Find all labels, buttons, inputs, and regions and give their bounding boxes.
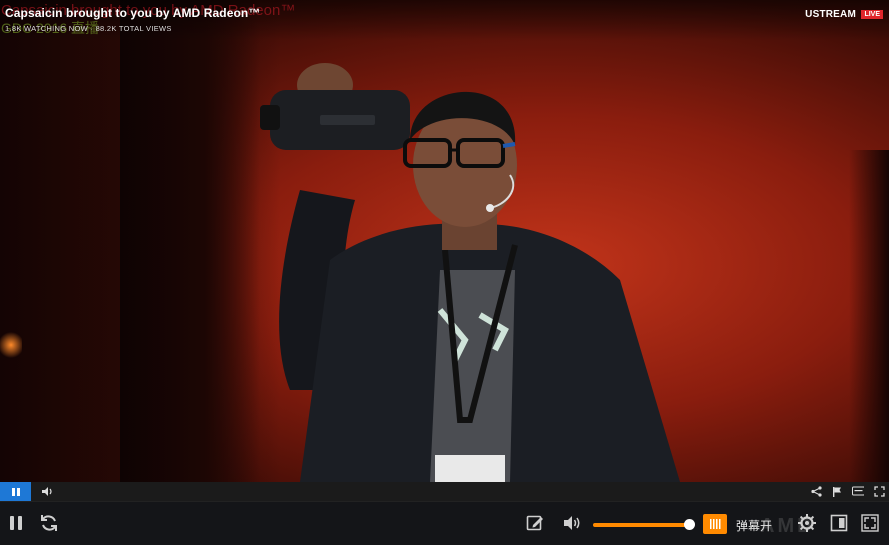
embed-flag-button[interactable]: [831, 484, 843, 498]
video-frame[interactable]: Capsaicin brought to you by AMD Radeon™ …: [0, 0, 889, 482]
pip-icon: [830, 514, 848, 532]
embed-captions-button[interactable]: [852, 484, 864, 498]
live-badge: LIVE: [861, 10, 883, 19]
danmaku-toggle-button[interactable]: [703, 514, 727, 534]
player-control-bar: 弹幕开 AMD: [0, 501, 889, 545]
ustream-logo[interactable]: USTREAM: [805, 9, 856, 20]
volume-button[interactable]: [561, 512, 583, 534]
embed-pause-button[interactable]: [0, 482, 31, 501]
viewer-stats: 1.8K WATCHING NOW · 88.2K TOTAL VIEWS: [5, 24, 172, 33]
settings-button[interactable]: [796, 512, 818, 534]
fullscreen-button[interactable]: [859, 512, 881, 534]
refresh-button[interactable]: [38, 512, 60, 534]
pip-button[interactable]: [828, 512, 850, 534]
stage-light: [0, 330, 22, 360]
danmaku-icon: [710, 519, 721, 529]
fullscreen-icon: [873, 485, 885, 497]
flag-icon: [833, 486, 841, 497]
fullscreen-icon: [861, 514, 879, 532]
embed-volume-button[interactable]: [40, 485, 54, 498]
embed-fullscreen-button[interactable]: [873, 484, 885, 498]
send-danmaku-button[interactable]: [524, 512, 546, 534]
pause-button[interactable]: [5, 512, 27, 534]
pause-icon: [10, 516, 22, 530]
volume-slider[interactable]: [593, 523, 689, 527]
settings-icon: [798, 514, 816, 532]
edit-icon: [526, 515, 543, 531]
volume-slider-handle[interactable]: [684, 519, 695, 530]
embed-control-bar: [0, 482, 889, 501]
embed-share-button[interactable]: [810, 484, 822, 498]
pause-icon: [11, 487, 20, 496]
refresh-icon: [41, 515, 57, 531]
volume-icon: [564, 516, 580, 530]
speaker-icon: [42, 487, 52, 496]
presenter-image: [260, 63, 680, 482]
stage-pillar: [120, 0, 260, 482]
video-title[interactable]: Capsaicin brought to you by AMD Radeon™: [5, 6, 260, 20]
stage-edge: [849, 150, 889, 482]
captions-icon: [852, 486, 864, 496]
share-icon: [810, 485, 822, 497]
